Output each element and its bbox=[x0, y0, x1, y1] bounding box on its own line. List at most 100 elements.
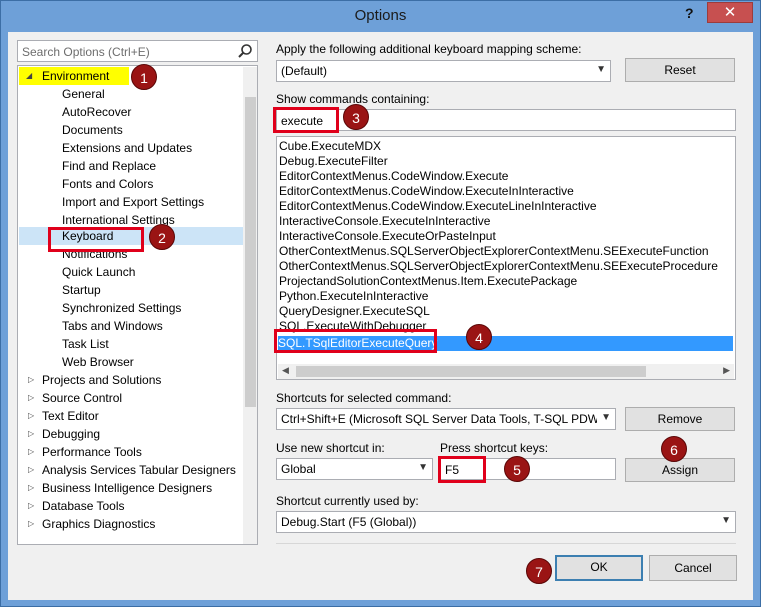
command-list-item[interactable]: QueryDesigner.ExecuteSQL bbox=[279, 304, 430, 319]
search-icon[interactable] bbox=[237, 43, 253, 59]
tree-item-startup[interactable]: Startup bbox=[62, 281, 101, 299]
command-list-item[interactable]: OtherContextMenus.SQLServerObjectExplore… bbox=[279, 259, 718, 274]
search-placeholder: Search Options (Ctrl+E) bbox=[22, 45, 150, 59]
command-list-item[interactable]: ProjectandSolutionContextMenus.Item.Exec… bbox=[279, 274, 577, 289]
scroll-left-icon[interactable]: ◀ bbox=[282, 365, 289, 376]
currently-used-select[interactable]: Debug.Start (F5 (Global)) ▼ bbox=[276, 511, 736, 533]
tree-item-task-list[interactable]: Task List bbox=[62, 335, 109, 353]
tree-item-quick-launch[interactable]: Quick Launch bbox=[62, 263, 135, 281]
tree-item-label: Database Tools bbox=[42, 499, 125, 513]
callout-badge-4: 4 bbox=[466, 324, 492, 350]
tree-item-label: Startup bbox=[62, 283, 101, 297]
collapsed-triangle-icon[interactable]: ▷ bbox=[28, 371, 34, 389]
commands-horizontal-scrollbar[interactable]: ◀ ▶ bbox=[278, 364, 734, 379]
collapsed-triangle-icon[interactable]: ▷ bbox=[28, 497, 34, 515]
tree-item-label: Business Intelligence Designers bbox=[42, 481, 213, 495]
command-list-item[interactable]: Python.ExecuteInInteractive bbox=[279, 289, 428, 304]
selected-command-highlight-box bbox=[274, 329, 437, 353]
currently-used-label: Shortcut currently used by: bbox=[276, 494, 419, 508]
command-list-item[interactable]: EditorContextMenus.CodeWindow.Execute bbox=[279, 169, 508, 184]
remove-button[interactable]: Remove bbox=[625, 407, 735, 431]
options-dialog: Options ? ✕ Search Options (Ctrl+E) ◢ En… bbox=[0, 0, 761, 607]
commands-scroll-thumb[interactable] bbox=[296, 366, 646, 377]
tree-item-web-browser[interactable]: Web Browser bbox=[62, 353, 134, 371]
mapping-scheme-value: (Default) bbox=[281, 64, 328, 78]
chevron-down-icon[interactable]: ▼ bbox=[418, 462, 428, 473]
use-new-shortcut-select[interactable]: Global ▼ bbox=[276, 458, 433, 480]
tree-item-label: Web Browser bbox=[62, 355, 134, 369]
use-new-shortcut-value: Global bbox=[281, 462, 316, 476]
dialog-body: Search Options (Ctrl+E) ◢ Environment Ge… bbox=[8, 32, 753, 600]
tree-scroll-thumb[interactable] bbox=[245, 97, 256, 407]
callout-badge-6: 6 bbox=[661, 436, 687, 462]
press-shortcut-label: Press shortcut keys: bbox=[440, 441, 549, 455]
callout-badge-2: 2 bbox=[149, 224, 175, 250]
tree-item-autorecover[interactable]: AutoRecover bbox=[62, 103, 131, 121]
command-list-item[interactable]: EditorContextMenus.CodeWindow.ExecuteInI… bbox=[279, 184, 574, 199]
reset-button[interactable]: Reset bbox=[625, 58, 735, 82]
tree-item-label: Import and Export Settings bbox=[62, 195, 205, 209]
cancel-button[interactable]: Cancel bbox=[649, 555, 737, 581]
tree-item-label: Performance Tools bbox=[42, 445, 142, 459]
command-list-item[interactable]: OtherContextMenus.SQLServerObjectExplore… bbox=[279, 244, 709, 259]
chevron-down-icon[interactable]: ▼ bbox=[596, 64, 606, 75]
tree-item-tabs-windows[interactable]: Tabs and Windows bbox=[62, 317, 163, 335]
collapsed-triangle-icon[interactable]: ▷ bbox=[28, 479, 34, 497]
tree-item-import-export[interactable]: Import and Export Settings bbox=[62, 193, 204, 211]
footer-separator bbox=[276, 543, 736, 544]
expanded-triangle-icon[interactable]: ◢ bbox=[26, 67, 32, 85]
collapsed-triangle-icon[interactable]: ▷ bbox=[28, 425, 34, 443]
scroll-right-icon[interactable]: ▶ bbox=[723, 365, 730, 376]
help-icon[interactable]: ? bbox=[685, 5, 694, 21]
chevron-down-icon[interactable]: ▼ bbox=[721, 515, 731, 526]
tree-item-label: Debugging bbox=[42, 427, 101, 441]
tree-item-label: Extensions and Updates bbox=[62, 141, 193, 155]
ok-button[interactable]: OK bbox=[555, 555, 643, 581]
command-list-item[interactable]: InteractiveConsole.ExecuteInInteractive bbox=[279, 214, 490, 229]
title-bar[interactable]: Options ? ✕ bbox=[1, 1, 760, 31]
tree-item-label: Graphics Diagnostics bbox=[42, 517, 156, 531]
callout-badge-1: 1 bbox=[131, 64, 157, 90]
tree-item-label: General bbox=[62, 87, 105, 101]
command-list-item[interactable]: Cube.ExecuteMDX bbox=[279, 139, 381, 154]
collapsed-triangle-icon[interactable]: ▷ bbox=[28, 443, 34, 461]
tree-item-extensions[interactable]: Extensions and Updates bbox=[62, 139, 192, 157]
tree-item-label: Source Control bbox=[42, 391, 123, 405]
tree-item-find-replace[interactable]: Find and Replace bbox=[62, 157, 156, 175]
tree-item-label: Quick Launch bbox=[62, 265, 136, 279]
command-list-item[interactable]: EditorContextMenus.CodeWindow.ExecuteLin… bbox=[279, 199, 597, 214]
command-list-item[interactable]: InteractiveConsole.ExecuteOrPasteInput bbox=[279, 229, 496, 244]
shortcuts-select[interactable]: Ctrl+Shift+E (Microsoft SQL Server Data … bbox=[276, 408, 616, 430]
callout-badge-5: 5 bbox=[504, 456, 530, 482]
mapping-scheme-select[interactable]: (Default) ▼ bbox=[276, 60, 611, 82]
chevron-down-icon[interactable]: ▼ bbox=[601, 412, 611, 423]
collapsed-triangle-icon[interactable]: ▷ bbox=[28, 389, 34, 407]
tree-item-documents[interactable]: Documents bbox=[62, 121, 123, 139]
collapsed-triangle-icon[interactable]: ▷ bbox=[28, 461, 34, 479]
use-new-shortcut-label: Use new shortcut in: bbox=[276, 441, 385, 455]
assign-button[interactable]: Assign bbox=[625, 458, 735, 482]
tree-item-label: Task List bbox=[62, 337, 109, 351]
shortcuts-value: Ctrl+Shift+E (Microsoft SQL Server Data … bbox=[281, 412, 597, 426]
tree-item-label: Environment bbox=[42, 69, 110, 83]
tree-item-label: Analysis Services Tabular Designers bbox=[42, 463, 236, 477]
tree-item-synchronized[interactable]: Synchronized Settings bbox=[62, 299, 181, 317]
tree-item-fonts-colors[interactable]: Fonts and Colors bbox=[62, 175, 153, 193]
close-button[interactable]: ✕ bbox=[707, 2, 753, 23]
collapsed-triangle-icon[interactable]: ▷ bbox=[28, 407, 34, 425]
mapping-scheme-label: Apply the following additional keyboard … bbox=[276, 42, 582, 56]
tree-item-label: Projects and Solutions bbox=[42, 373, 162, 387]
command-list-item[interactable]: Debug.ExecuteFilter bbox=[279, 154, 388, 169]
search-options-input[interactable]: Search Options (Ctrl+E) bbox=[17, 40, 258, 62]
callout-badge-3: 3 bbox=[343, 104, 369, 130]
window-title: Options bbox=[354, 7, 407, 24]
collapsed-triangle-icon[interactable]: ▷ bbox=[28, 515, 34, 533]
tree-item-label: Fonts and Colors bbox=[62, 177, 154, 191]
keyboard-highlight-box bbox=[48, 227, 144, 252]
tree-item-label: Tabs and Windows bbox=[62, 319, 163, 333]
filter-highlight-box bbox=[273, 107, 339, 133]
tree-item-general[interactable]: General bbox=[62, 85, 105, 103]
currently-used-value: Debug.Start (F5 (Global)) bbox=[281, 515, 417, 529]
tree-vertical-scrollbar[interactable] bbox=[243, 67, 257, 544]
options-tree[interactable]: ◢ Environment General AutoRecover Docume… bbox=[17, 65, 258, 545]
